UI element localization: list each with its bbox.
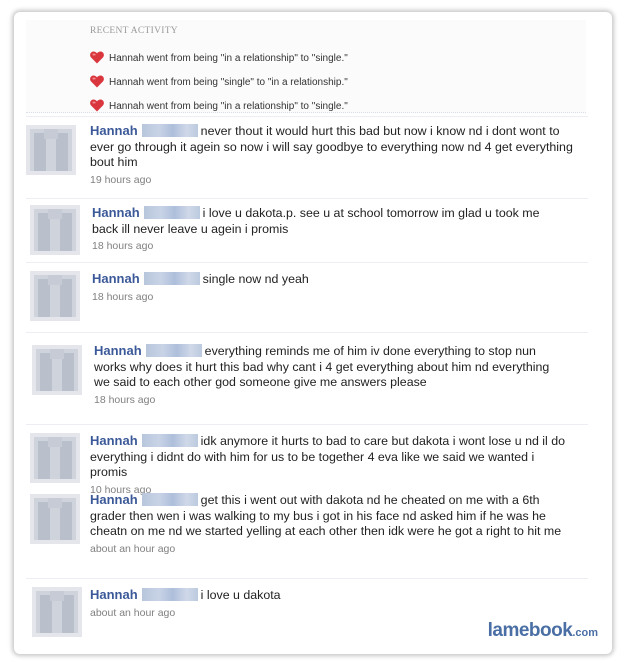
avatar[interactable] [32, 345, 82, 395]
story-body: Hannah everything reminds me of him iv do… [94, 343, 554, 407]
redacted-surname [141, 434, 198, 447]
lamebook-logo: lamebook.com [488, 620, 598, 642]
user-name-link[interactable]: Hannah [90, 587, 138, 602]
activity-text: Hannah went from being "in a relationshi… [109, 101, 348, 112]
activity-text: Hannah went from being "in a relationshi… [109, 53, 348, 64]
timestamp[interactable]: about an hour ago [90, 607, 566, 620]
activity-item: Hannah went from being "single" to "in a… [89, 74, 348, 92]
timestamp[interactable]: about an hour ago [90, 543, 576, 556]
story-body: Hannah never thout it would hurt this bad… [90, 123, 580, 187]
redacted-surname [143, 272, 200, 285]
avatar[interactable] [30, 494, 80, 544]
feed-story: Hannah everything reminds me of him iv do… [26, 332, 588, 425]
avatar[interactable] [32, 587, 82, 637]
story-body: Hannah get this i went out with dakota nd… [90, 492, 576, 556]
timestamp[interactable]: 18 hours ago [94, 394, 554, 407]
feed-story: Hannah never thout it would hurt this bad… [26, 116, 588, 199]
timestamp[interactable]: 18 hours ago [92, 291, 562, 304]
story-body: Hannah single now nd yeah 18 hours ago [92, 271, 562, 304]
feed-story: Hannah single now nd yeah 18 hours ago [26, 262, 588, 331]
timestamp[interactable]: 19 hours ago [90, 174, 580, 187]
redacted-surname [141, 493, 198, 506]
activity-item: Hannah went from being "in a relationshi… [89, 98, 348, 116]
story-body: Hannah i love u dakota.p. see u at school… [92, 205, 562, 253]
avatar[interactable] [30, 271, 80, 321]
avatar[interactable] [26, 125, 76, 175]
heart-icon [89, 49, 105, 65]
redacted-surname [143, 206, 200, 219]
heart-icon [89, 97, 105, 113]
timestamp[interactable]: 18 hours ago [92, 240, 562, 253]
user-name-link[interactable]: Hannah [92, 205, 140, 220]
brand-name: lamebook [487, 620, 573, 641]
redacted-surname [145, 344, 202, 357]
user-name-link[interactable]: Hannah [92, 271, 140, 286]
status-text: single now nd yeah [202, 272, 309, 286]
avatar[interactable] [30, 205, 80, 255]
brand-tld: .com [572, 627, 598, 639]
feed-card: RECENT ACTIVITY Hannah went from being "… [14, 12, 612, 654]
avatar[interactable] [30, 433, 80, 483]
user-name-link[interactable]: Hannah [94, 343, 142, 358]
status-text: i love u dakota [200, 588, 281, 602]
recent-activity-title: RECENT ACTIVITY [90, 26, 178, 36]
feed-story: Hannah i love u dakota.p. see u at school… [26, 198, 588, 261]
user-name-link[interactable]: Hannah [90, 123, 138, 138]
recent-activity-box: RECENT ACTIVITY Hannah went from being "… [26, 20, 586, 113]
heart-icon [89, 73, 105, 89]
redacted-surname [141, 588, 198, 601]
user-name-link[interactable]: Hannah [90, 492, 138, 507]
feed-story: Hannah get this i went out with dakota nd… [26, 488, 588, 578]
user-name-link[interactable]: Hannah [90, 433, 138, 448]
activity-text: Hannah went from being "single" to "in a… [109, 77, 348, 88]
story-body: Hannah i love u dakota about an hour ago [90, 587, 566, 620]
redacted-surname [141, 124, 198, 137]
activity-item: Hannah went from being "in a relationshi… [89, 50, 348, 68]
